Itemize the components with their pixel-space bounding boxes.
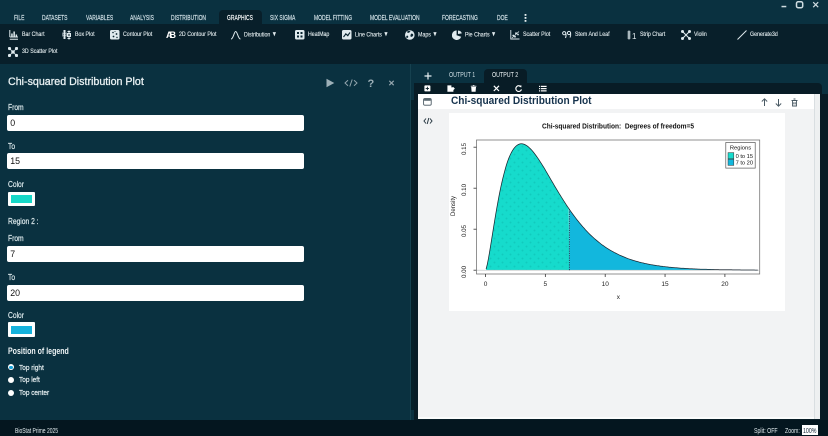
svg-text:0.00: 0.00 — [461, 265, 468, 278]
svg-text:15: 15 — [661, 281, 669, 288]
svg-text:10: 10 — [602, 281, 610, 288]
svg-text:7 to 20: 7 to 20 — [736, 161, 753, 167]
svg-text:Regions: Regions — [730, 146, 751, 152]
svg-text:Chi-squared Distribution: Deg: Chi-squared Distribution: Degrees of fre… — [542, 124, 694, 131]
svg-text:0.10: 0.10 — [461, 183, 468, 196]
svg-text:x: x — [617, 294, 621, 301]
svg-text:?: ? — [368, 78, 375, 88]
svg-text:0.15: 0.15 — [461, 142, 468, 155]
svg-text:20: 20 — [721, 281, 729, 288]
svg-text:0: 0 — [484, 281, 488, 288]
svg-text:Density: Density — [451, 196, 457, 216]
svg-text:0 to 15: 0 to 15 — [736, 154, 753, 160]
svg-text:5: 5 — [544, 281, 548, 288]
svg-text:0.05: 0.05 — [461, 224, 468, 237]
svg-text:1: 1 — [632, 32, 637, 40]
svg-text:AB: AB — [166, 30, 176, 40]
